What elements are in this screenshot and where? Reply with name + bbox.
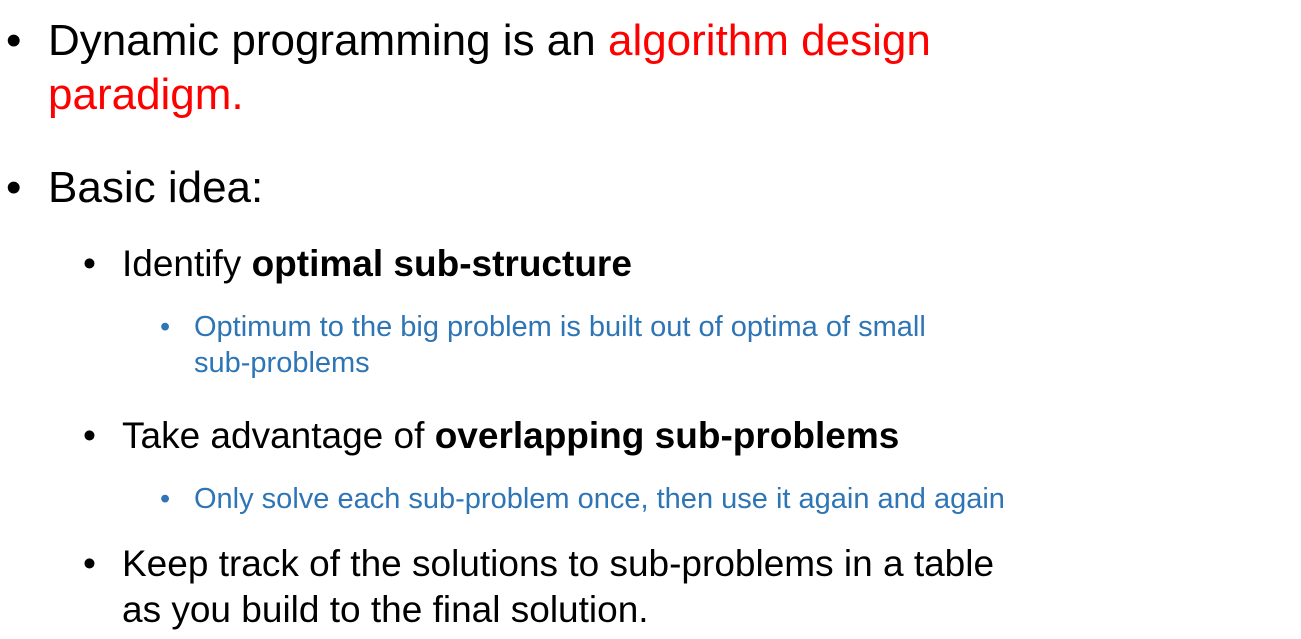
bullet-keep-track: Keep track of the solutions to sub-probl… (122, 541, 994, 633)
bullet-overlapping-subproblems: Take advantage of overlapping sub-proble… (122, 413, 899, 459)
bullet-dot: • (6, 163, 22, 212)
bullet-optimal-substructure: Identify optimal sub-structure (122, 241, 632, 287)
subnote-line-1: Optimum to the big problem is built out … (194, 311, 926, 343)
bullet-text: Identify (122, 243, 252, 284)
bullet-dot: • (83, 243, 96, 284)
subnote-line-2: sub-problems (194, 347, 370, 379)
bullet-dot: • (160, 311, 171, 343)
bullet-line-1: Keep track of the solutions to sub-probl… (122, 543, 995, 584)
bold-term: overlapping sub-problems (434, 415, 900, 456)
subnote-optimum: Optimum to the big problem is built out … (194, 309, 926, 381)
bullet-dot: • (160, 483, 171, 515)
bold-term: optimal sub-structure (251, 243, 632, 284)
slide: • Dynamic programming is an algorithm de… (0, 0, 1301, 639)
bullet-text: Dynamic programming is an (48, 16, 608, 65)
bullet-basic-idea: Basic idea: (48, 163, 264, 212)
bullet-dynamic-programming: Dynamic programming is an algorithm desi… (48, 14, 931, 122)
bullet-text: Take advantage of (122, 415, 435, 456)
subnote-solve-once: Only solve each sub-problem once, then u… (194, 483, 1005, 515)
highlight-text: algorithm design (607, 16, 931, 65)
bullet-dot: • (83, 415, 96, 456)
bullet-dot: • (83, 543, 96, 584)
bullet-line-2: as you build to the final solution. (122, 589, 649, 630)
bullet-line-1: Dynamic programming is an algorithm desi… (48, 14, 931, 68)
bullet-dot: • (6, 16, 22, 65)
highlight-continuation: paradigm. (48, 70, 244, 119)
